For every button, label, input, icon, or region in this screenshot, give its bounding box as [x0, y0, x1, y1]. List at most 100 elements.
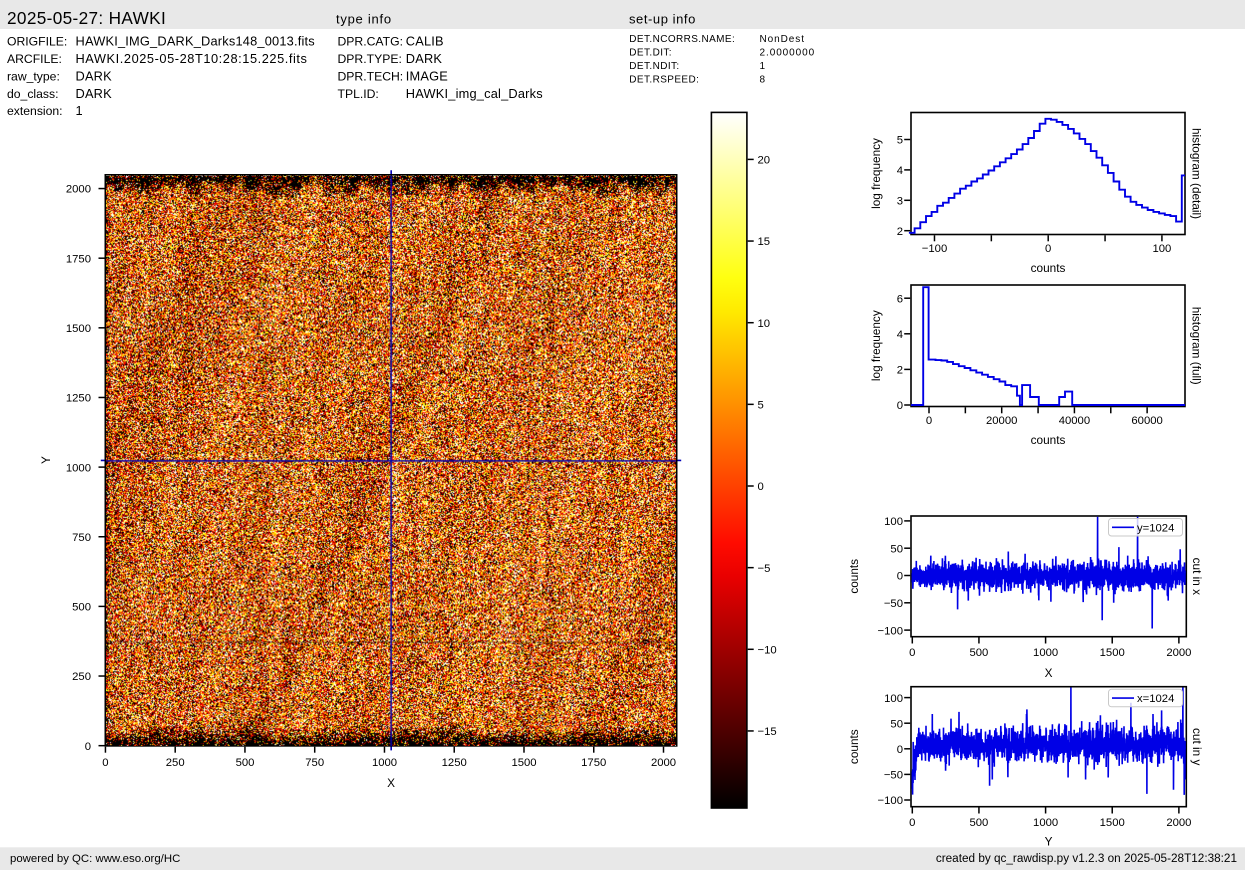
svg-text:set-up info: set-up info	[629, 12, 696, 27]
svg-text:raw_type:: raw_type:	[7, 69, 60, 83]
svg-text:TPL.ID:: TPL.ID:	[338, 87, 379, 101]
svg-text:0: 0	[85, 741, 91, 753]
svg-text:500: 500	[236, 757, 255, 769]
svg-text:10: 10	[758, 318, 771, 330]
svg-text:DPR.TECH:: DPR.TECH:	[338, 69, 404, 83]
svg-text:−10: −10	[758, 645, 777, 657]
svg-text:ARCFILE:: ARCFILE:	[7, 52, 62, 66]
svg-text:8: 8	[760, 74, 767, 85]
svg-text:1750: 1750	[66, 253, 91, 265]
svg-text:histogram (detail): histogram (detail)	[1190, 128, 1204, 219]
svg-text:IMAGE: IMAGE	[406, 68, 448, 83]
svg-text:log frequency: log frequency	[869, 310, 883, 381]
svg-text:DARK: DARK	[76, 68, 113, 83]
svg-text:counts: counts	[847, 559, 861, 594]
svg-text:20000: 20000	[986, 415, 1017, 427]
svg-text:y=1024: y=1024	[1137, 522, 1174, 534]
svg-text:500: 500	[969, 647, 988, 659]
svg-text:0: 0	[909, 817, 915, 829]
svg-text:1: 1	[76, 103, 83, 118]
svg-text:DARK: DARK	[406, 51, 443, 66]
svg-text:2000: 2000	[1166, 817, 1191, 829]
svg-text:Y: Y	[39, 456, 53, 464]
svg-text:250: 250	[166, 757, 185, 769]
svg-text:HAWKI.2025-05-28T10:28:15.225.: HAWKI.2025-05-28T10:28:15.225.fits	[76, 51, 308, 66]
svg-text:750: 750	[72, 532, 91, 544]
svg-text:100: 100	[884, 516, 903, 528]
svg-text:1500: 1500	[1100, 647, 1125, 659]
svg-text:4: 4	[897, 165, 903, 177]
svg-text:0: 0	[926, 415, 932, 427]
svg-text:2025-05-27: HAWKI: 2025-05-27: HAWKI	[7, 8, 166, 28]
svg-text:powered by QC: www.eso.org/HC: powered by QC: www.eso.org/HC	[10, 853, 180, 865]
svg-text:ORIGFILE:: ORIGFILE:	[7, 35, 67, 49]
svg-text:100: 100	[884, 693, 903, 705]
svg-text:X: X	[1045, 666, 1053, 680]
svg-text:0: 0	[1045, 243, 1051, 255]
svg-text:50: 50	[890, 543, 903, 555]
svg-text:do_class:: do_class:	[7, 87, 59, 101]
svg-text:−100: −100	[922, 243, 947, 255]
svg-text:0: 0	[897, 744, 903, 756]
svg-text:1000: 1000	[66, 462, 91, 474]
svg-text:20: 20	[758, 155, 771, 167]
svg-text:CALIB: CALIB	[406, 34, 444, 49]
svg-text:5: 5	[758, 400, 764, 412]
svg-text:DARK: DARK	[76, 86, 113, 101]
svg-text:15: 15	[758, 236, 771, 248]
svg-text:−100: −100	[878, 625, 903, 637]
svg-text:1000: 1000	[1033, 647, 1058, 659]
svg-text:50: 50	[890, 718, 903, 730]
svg-text:1250: 1250	[66, 393, 91, 405]
svg-text:2000: 2000	[651, 757, 676, 769]
svg-text:DET.DIT:: DET.DIT:	[629, 47, 672, 58]
svg-text:1500: 1500	[1100, 817, 1125, 829]
svg-text:1750: 1750	[581, 757, 606, 769]
svg-text:40000: 40000	[1059, 415, 1090, 427]
svg-text:log frequency: log frequency	[869, 138, 883, 209]
svg-text:1250: 1250	[442, 757, 467, 769]
svg-text:extension:: extension:	[7, 104, 63, 118]
svg-text:−50: −50	[884, 770, 903, 782]
svg-text:3: 3	[897, 196, 903, 208]
svg-text:60000: 60000	[1131, 415, 1162, 427]
svg-text:DPR.CATG:: DPR.CATG:	[338, 35, 403, 49]
svg-text:counts: counts	[1031, 261, 1066, 275]
svg-text:4: 4	[897, 329, 903, 341]
svg-text:Y: Y	[1045, 835, 1053, 849]
svg-text:1500: 1500	[66, 323, 91, 335]
svg-text:−50: −50	[884, 598, 903, 610]
svg-text:1: 1	[760, 61, 767, 72]
svg-text:0: 0	[897, 400, 903, 412]
svg-text:1000: 1000	[1033, 817, 1058, 829]
svg-text:0: 0	[909, 647, 915, 659]
svg-text:HAWKI_img_cal_Darks: HAWKI_img_cal_Darks	[406, 86, 543, 101]
svg-text:counts: counts	[1031, 433, 1066, 447]
svg-text:2: 2	[897, 365, 903, 377]
svg-text:0: 0	[102, 757, 108, 769]
svg-text:1500: 1500	[511, 757, 536, 769]
svg-text:1000: 1000	[372, 757, 397, 769]
svg-text:HAWKI_IMG_DARK_Darks148_0013.f: HAWKI_IMG_DARK_Darks148_0013.fits	[76, 34, 315, 49]
svg-text:cut in y: cut in y	[1190, 728, 1204, 765]
svg-text:type info: type info	[336, 12, 392, 27]
svg-text:DET.RSPEED:: DET.RSPEED:	[629, 74, 699, 85]
svg-text:DET.NCORRS.NAME:: DET.NCORRS.NAME:	[629, 34, 735, 45]
svg-text:NonDest: NonDest	[760, 34, 805, 45]
svg-text:DET.NDIT:: DET.NDIT:	[629, 61, 679, 72]
svg-text:X: X	[387, 776, 395, 790]
svg-text:DPR.TYPE:: DPR.TYPE:	[338, 52, 402, 66]
svg-text:0: 0	[758, 481, 764, 493]
svg-text:100: 100	[1152, 243, 1171, 255]
svg-text:cut in x: cut in x	[1190, 558, 1204, 595]
svg-text:500: 500	[969, 817, 988, 829]
svg-text:created by qc_rawdisp.py v1.2.: created by qc_rawdisp.py v1.2.3 on 2025-…	[936, 852, 1237, 865]
svg-text:counts: counts	[847, 729, 861, 764]
svg-text:−100: −100	[878, 795, 903, 807]
svg-text:6: 6	[897, 293, 903, 305]
svg-text:2000: 2000	[1166, 647, 1191, 659]
svg-text:500: 500	[72, 602, 91, 614]
svg-text:5: 5	[897, 135, 903, 147]
svg-text:−15: −15	[758, 726, 777, 738]
svg-text:histogram (full): histogram (full)	[1190, 307, 1204, 385]
